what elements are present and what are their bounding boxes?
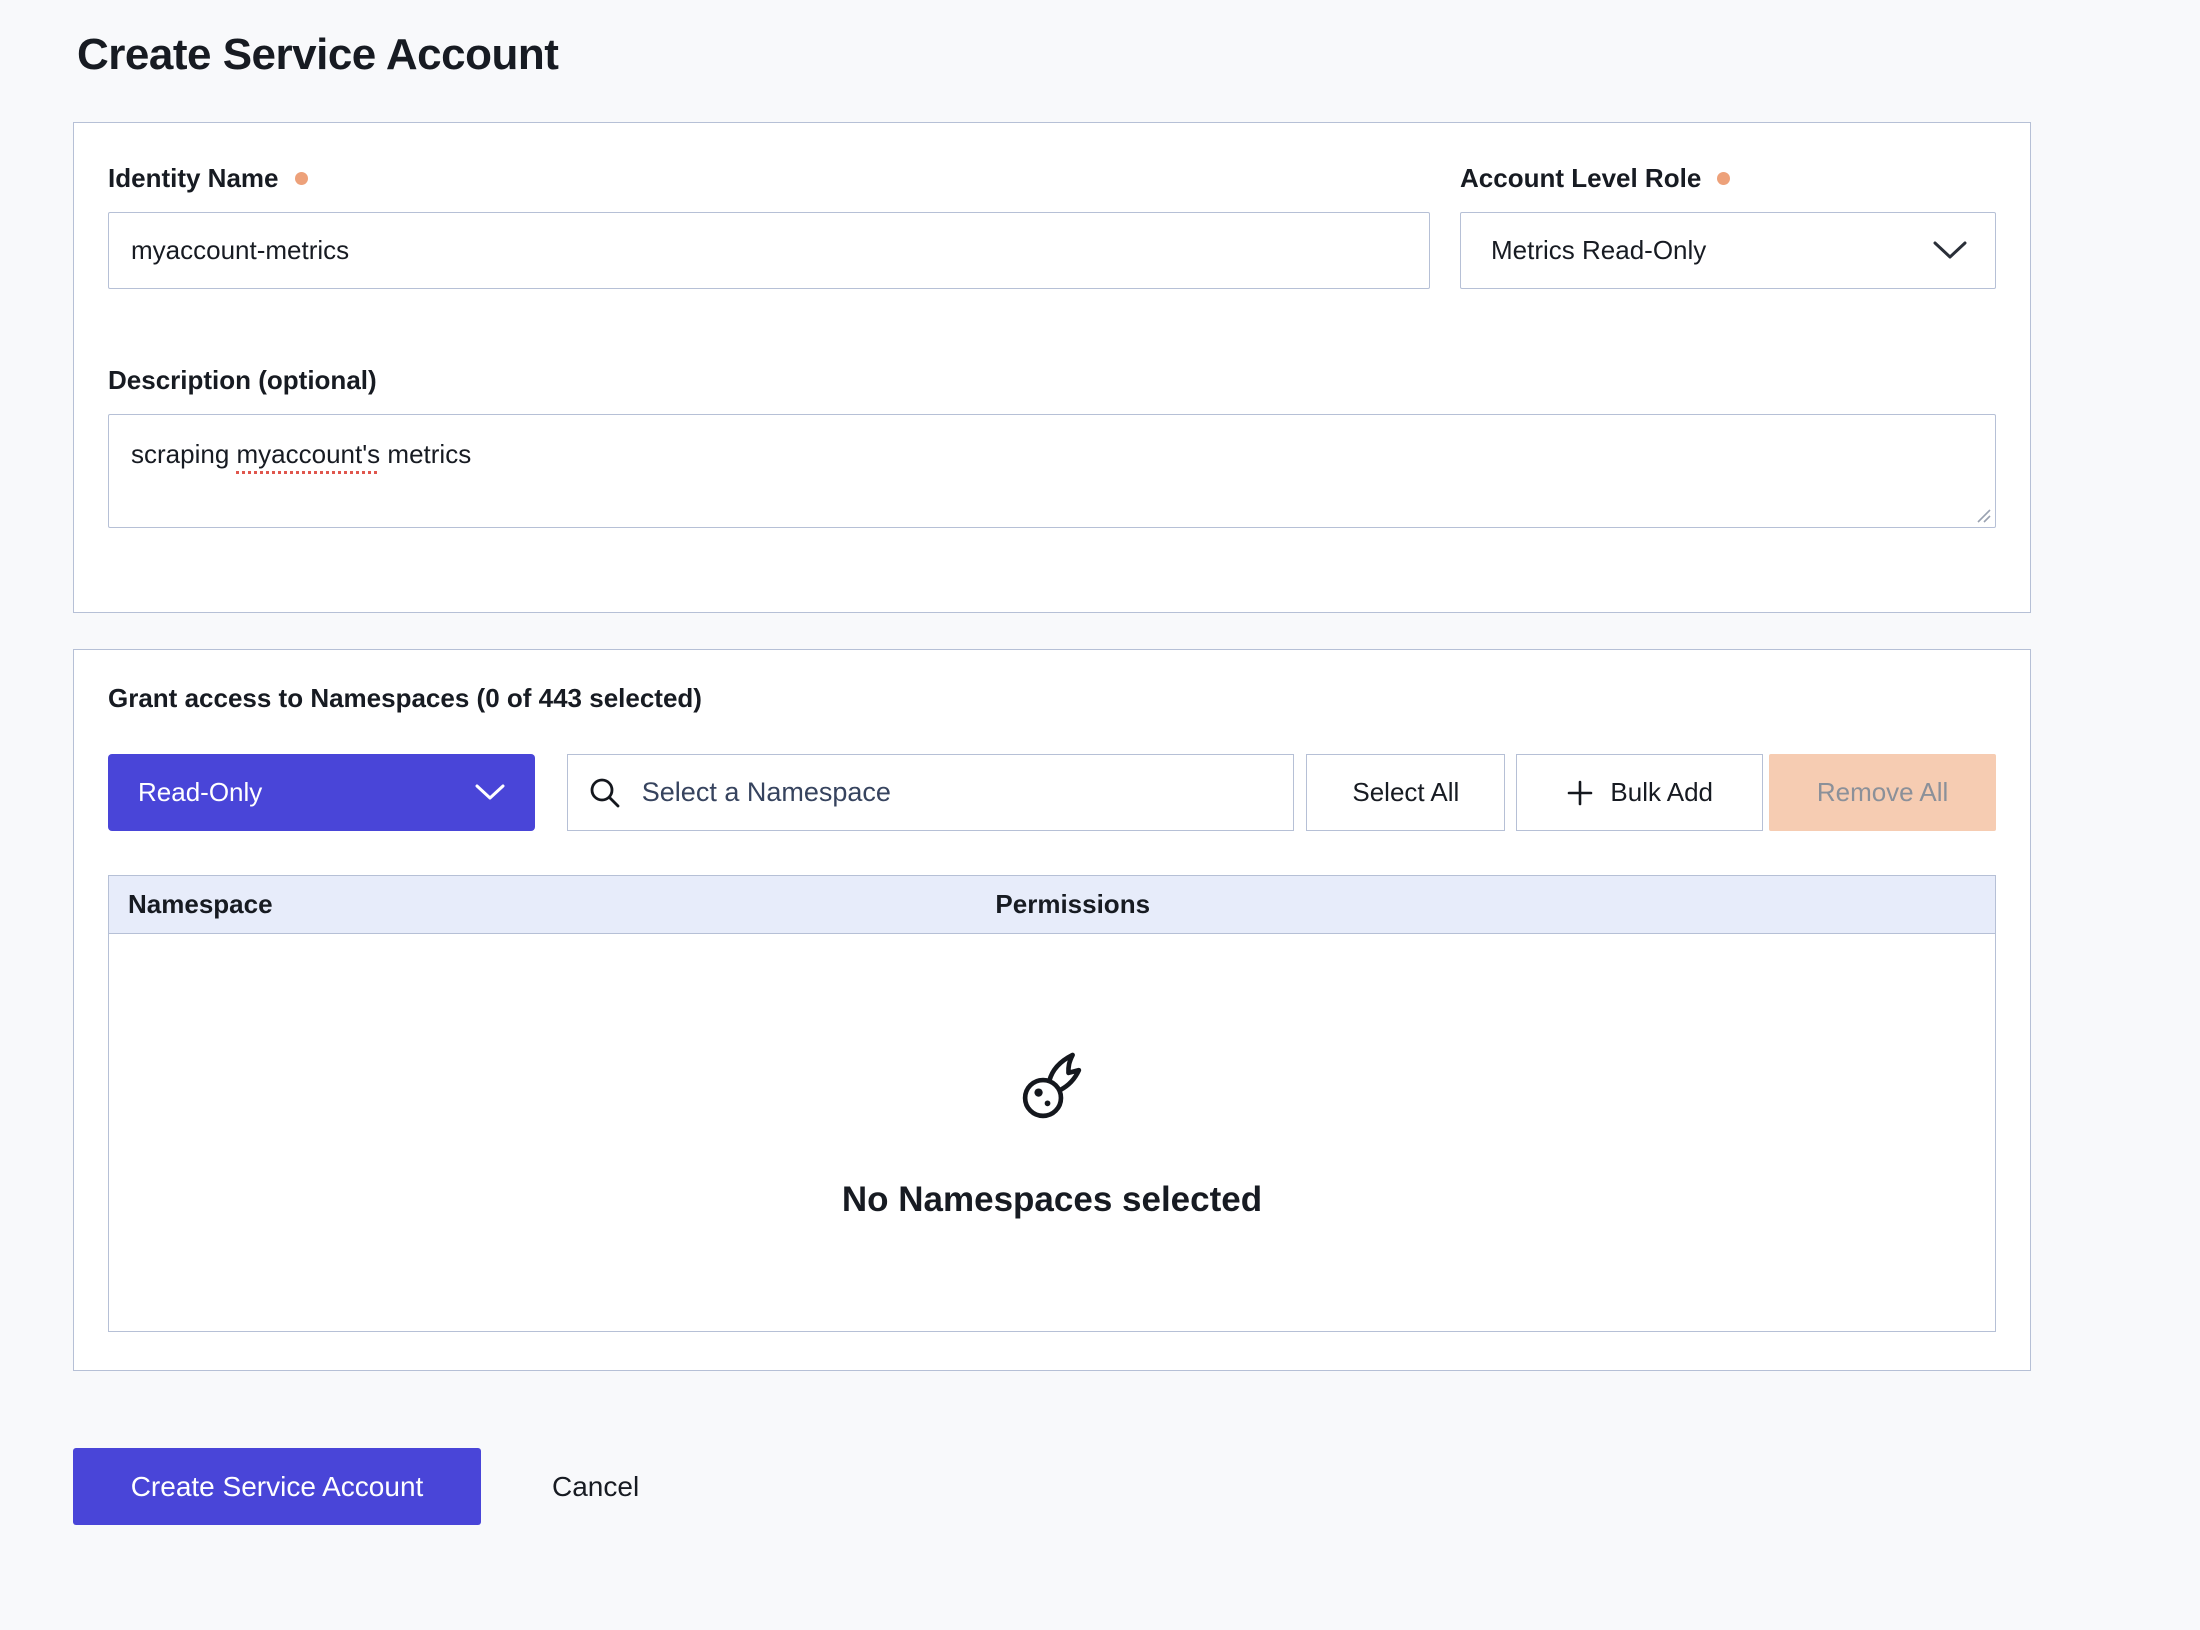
account-level-role-label: Account Level Role	[1460, 163, 1996, 194]
description-label-text: Description (optional)	[108, 365, 377, 396]
description-text-before: scraping	[131, 439, 237, 469]
empty-state-message: No Namespaces selected	[842, 1180, 1262, 1220]
grant-access-heading: Grant access to Namespaces (0 of 443 sel…	[108, 683, 1996, 714]
service-account-form-panel: Identity Name Account Level Role Metrics…	[73, 122, 2031, 613]
create-service-account-button[interactable]: Create Service Account	[73, 1448, 481, 1525]
account-level-role-label-text: Account Level Role	[1460, 163, 1701, 194]
identity-name-field-group: Identity Name	[108, 163, 1430, 289]
remove-all-label: Remove All	[1817, 777, 1949, 808]
account-level-role-select[interactable]: Metrics Read-Only	[1460, 212, 1996, 289]
namespaces-toolbar: Read-Only Select a Namespace Select All …	[108, 754, 1996, 831]
namespace-role-value: Read-Only	[138, 777, 262, 808]
plus-icon	[1566, 779, 1594, 807]
select-all-button[interactable]: Select All	[1306, 754, 1505, 831]
account-level-role-value: Metrics Read-Only	[1491, 235, 1706, 266]
identity-name-label-text: Identity Name	[108, 163, 279, 194]
namespace-search-input[interactable]: Select a Namespace	[567, 754, 1295, 831]
identity-name-label: Identity Name	[108, 163, 1430, 194]
namespaces-empty-state: No Namespaces selected	[109, 934, 1995, 1331]
cancel-label: Cancel	[552, 1471, 639, 1502]
namespace-role-dropdown[interactable]: Read-Only	[108, 754, 535, 831]
select-all-label: Select All	[1352, 777, 1459, 808]
search-icon	[588, 776, 622, 810]
textarea-resize-handle-icon[interactable]	[1974, 506, 1992, 524]
bulk-add-button[interactable]: Bulk Add	[1516, 754, 1763, 831]
description-text-after: metrics	[380, 439, 471, 469]
description-textarea[interactable]: scraping myaccount's metrics	[108, 414, 1996, 528]
namespaces-table-header: Namespace Permissions	[109, 876, 1995, 934]
description-field-group: Description (optional) scraping myaccoun…	[108, 365, 1996, 528]
permissions-column-header: Permissions	[995, 889, 1995, 920]
namespace-column-header: Namespace	[109, 889, 995, 920]
page-title: Create Service Account	[77, 30, 2200, 80]
required-dot-icon	[1717, 172, 1730, 185]
chevron-down-icon	[475, 784, 505, 801]
bulk-add-label: Bulk Add	[1610, 777, 1713, 808]
description-label: Description (optional)	[108, 365, 1996, 396]
identity-name-input[interactable]	[108, 212, 1430, 289]
namespace-search-placeholder: Select a Namespace	[642, 777, 891, 808]
create-service-account-label: Create Service Account	[131, 1471, 424, 1503]
chevron-down-icon	[1933, 241, 1967, 260]
description-text-misspelled: myaccount's	[237, 439, 381, 469]
namespaces-panel: Grant access to Namespaces (0 of 443 sel…	[73, 649, 2031, 1371]
namespaces-table: Namespace Permissions No Namespaces sele…	[108, 875, 1996, 1332]
remove-all-button[interactable]: Remove All	[1769, 754, 1996, 831]
required-dot-icon	[295, 172, 308, 185]
cancel-button[interactable]: Cancel	[552, 1471, 639, 1503]
comet-icon	[1009, 1046, 1095, 1132]
account-level-role-field-group: Account Level Role Metrics Read-Only	[1460, 163, 1996, 289]
footer-actions: Create Service Account Cancel	[73, 1448, 2200, 1525]
